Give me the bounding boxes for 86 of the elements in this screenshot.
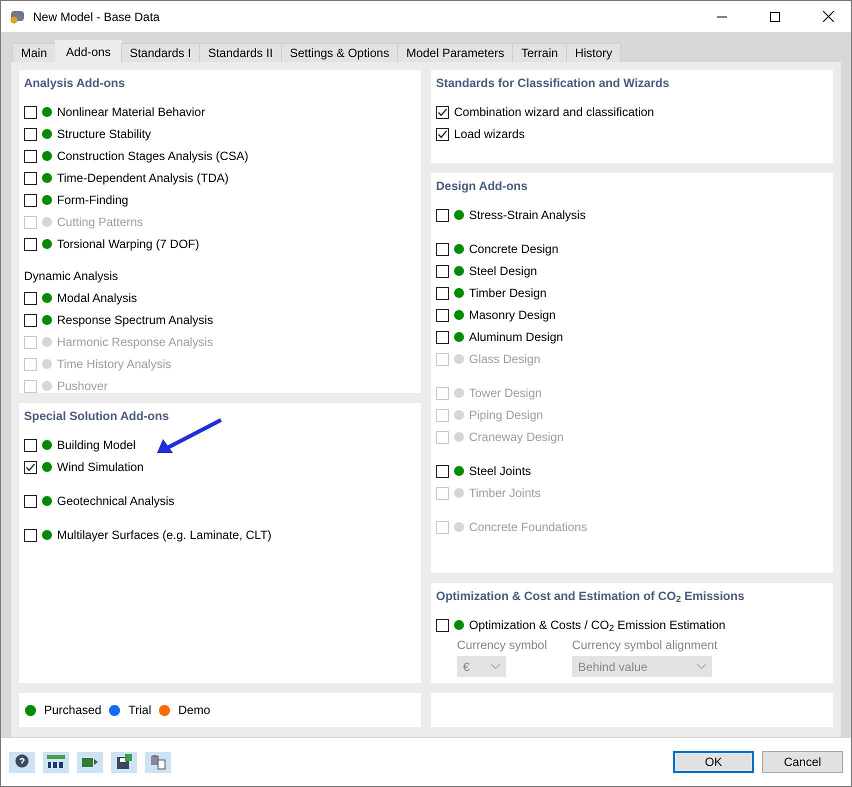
section-title: Optimization & Cost and Estimation of CO$_{2}$ Emissions (436, 588, 746, 605)
checkbox[interactable] (24, 528, 37, 542)
model-icon[interactable] (77, 752, 103, 772)
addon-label: Optimization & Costs / CO$_{2}$ Emission Estimation (469, 618, 726, 632)
addon-label: Torsional Warping (7 DOF) (57, 237, 200, 251)
checkbox[interactable] (24, 460, 37, 474)
legend-label: Purchased (44, 703, 102, 717)
group-heading: Dynamic Analysis (24, 268, 120, 285)
addon-label: Time History Analysis (57, 357, 172, 371)
checkbox[interactable] (436, 242, 449, 256)
close-icon[interactable] (822, 11, 834, 22)
addon-label: Steel Design (469, 264, 538, 278)
addon-label: Concrete Foundations (469, 520, 588, 534)
section-title: Analysis Add-ons (24, 75, 126, 92)
tab[interactable]: Settings & Options (280, 43, 398, 62)
addon-label: Wind Simulation (57, 460, 144, 474)
tab[interactable]: Standards I (120, 43, 200, 62)
checkbox[interactable] (436, 264, 449, 278)
checkbox[interactable] (24, 150, 37, 162)
section-title: Standards for Classification and Wizards (436, 75, 670, 92)
checkbox[interactable] (24, 314, 37, 326)
addon-label: Cutting Patterns (57, 215, 144, 229)
tab[interactable]: History (566, 43, 622, 62)
addon-label: Masonry Design (469, 308, 556, 322)
checkbox[interactable] (24, 292, 37, 304)
section-title: Special Solution Add-ons (24, 408, 170, 425)
tab[interactable]: Standards II (199, 43, 282, 62)
checkbox[interactable] (24, 106, 37, 118)
addon-label: Nonlinear Material Behavior (57, 105, 206, 119)
addon-label: Harmonic Response Analysis (57, 335, 214, 349)
addon-label: Tower Design (469, 386, 542, 400)
maximize-icon[interactable] (770, 12, 780, 22)
addon-label: Timber Design (469, 286, 547, 300)
tab[interactable]: Model Parameters (397, 43, 514, 62)
field-label: Currency symbol alignment (572, 638, 718, 652)
addon-label: Stress-Strain Analysis (469, 208, 586, 222)
addon-label: Combination wizard and classification (454, 105, 654, 119)
addon-label: Timber Joints (469, 486, 541, 500)
checkbox[interactable] (436, 618, 449, 632)
checkbox[interactable] (436, 106, 449, 118)
addon-label: Modal Analysis (57, 291, 138, 305)
addon-label: Craneway Design (469, 430, 564, 444)
addon-label: Multilayer Surfaces (e.g. Laminate, CLT) (57, 528, 272, 542)
app-icon (9, 8, 26, 25)
addon-label: Glass Design (469, 352, 540, 366)
addon-label: Time-Dependent Analysis (TDA) (57, 171, 229, 185)
addon-label: Concrete Design (469, 242, 558, 256)
units-icon[interactable] (43, 752, 69, 772)
addon-label: Building Model (57, 438, 136, 452)
checkbox[interactable] (24, 172, 37, 184)
section-title: Design Add-ons (436, 178, 529, 195)
checkbox[interactable] (436, 286, 449, 300)
tab[interactable]: Add-ons (55, 40, 122, 62)
addon-label: Structure Stability (57, 127, 152, 141)
checkbox[interactable] (24, 438, 37, 452)
addon-label: Aluminum Design (469, 330, 564, 344)
addon-label: Construction Stages Analysis (CSA) (57, 149, 248, 163)
addon-label: Pushover (57, 379, 108, 393)
database-icon[interactable] (145, 752, 171, 772)
help-icon[interactable] (9, 752, 35, 772)
addon-label: Response Spectrum Analysis (57, 313, 214, 327)
chevron-icon (697, 664, 706, 669)
tab[interactable]: Terrain (512, 43, 567, 62)
window-title: New Model - Base Data (33, 10, 161, 24)
checkbox[interactable] (24, 194, 37, 206)
dialog-button[interactable]: OK (673, 751, 754, 773)
legend-label: Demo (178, 703, 210, 717)
addon-label: Steel Joints (469, 464, 532, 478)
addon-label: Geotechnical Analysis (57, 494, 174, 508)
save-icon[interactable] (111, 752, 137, 772)
checkbox[interactable] (436, 330, 449, 344)
checkbox[interactable] (24, 238, 37, 250)
checkbox[interactable] (24, 128, 37, 140)
dialog-button[interactable]: Cancel (762, 751, 843, 773)
checkbox[interactable] (436, 208, 449, 222)
addon-label: Load wizards (454, 127, 525, 141)
chevron-icon (491, 664, 500, 669)
field-label: Currency symbol (457, 638, 548, 652)
addon-label: Form-Finding (57, 193, 128, 207)
checkbox[interactable] (436, 464, 449, 478)
checkbox[interactable] (436, 128, 449, 140)
checkbox[interactable] (436, 308, 449, 322)
checkbox[interactable] (24, 494, 37, 508)
legend-label: Trial (128, 703, 152, 717)
addon-label: Piping Design (469, 408, 544, 422)
tab[interactable]: Main (12, 43, 56, 62)
